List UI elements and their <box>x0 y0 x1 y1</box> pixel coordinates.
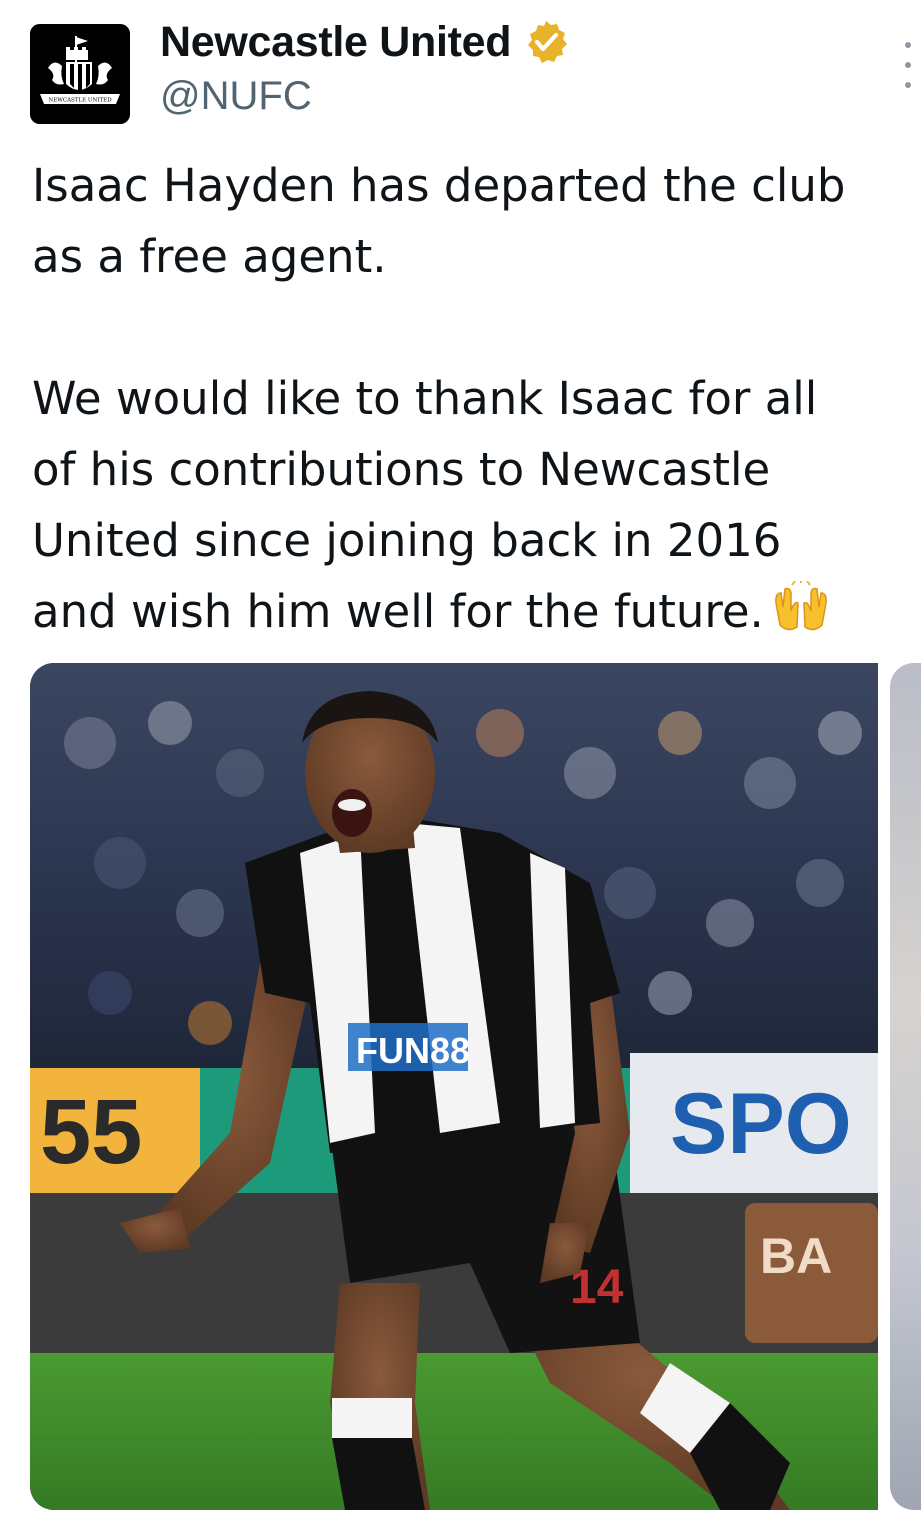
kit-sponsor-text: FUN88 <box>356 1030 470 1071</box>
account-name-row[interactable]: Newcastle United <box>160 14 569 70</box>
tweet-line: and wish him well for the future. <box>32 585 764 638</box>
nufc-crest-icon: NEWCASTLE UNITED <box>30 24 130 124</box>
tweet-photo[interactable]: 55 SPO BA 14 FUN88 <box>30 663 878 1510</box>
account-handle[interactable]: @NUFC <box>160 74 312 119</box>
board-right-text: SPO <box>670 1076 852 1172</box>
crest-banner-text: NEWCASTLE UNITED <box>48 98 112 104</box>
board-left-text: 55 <box>40 1081 142 1183</box>
more-options-icon[interactable] <box>898 42 918 88</box>
tweet-line: as a free agent. <box>32 230 387 283</box>
account-avatar[interactable]: NEWCASTLE UNITED <box>30 24 130 124</box>
raising-hands-emoji <box>774 581 827 631</box>
verified-badge-icon <box>528 21 568 63</box>
tweet-line: Isaac Hayden has departed the club <box>32 159 846 212</box>
display-name[interactable]: Newcastle United <box>160 18 512 67</box>
tweet-line-last: and wish him well for the future. <box>32 576 921 647</box>
player-celebration-photo: 55 SPO BA 14 FUN88 <box>30 663 878 1510</box>
tweet-line: United since joining back in 2016 <box>32 514 782 567</box>
tweet-line: of his contributions to Newcastle <box>32 443 771 496</box>
tweet-text: Isaac Hayden has departed the club as a … <box>32 150 921 647</box>
tweet-photo-next[interactable] <box>890 663 921 1510</box>
tweet-line: We would like to thank Isaac for all <box>32 372 818 425</box>
board-lower-text: BA <box>760 1228 832 1284</box>
